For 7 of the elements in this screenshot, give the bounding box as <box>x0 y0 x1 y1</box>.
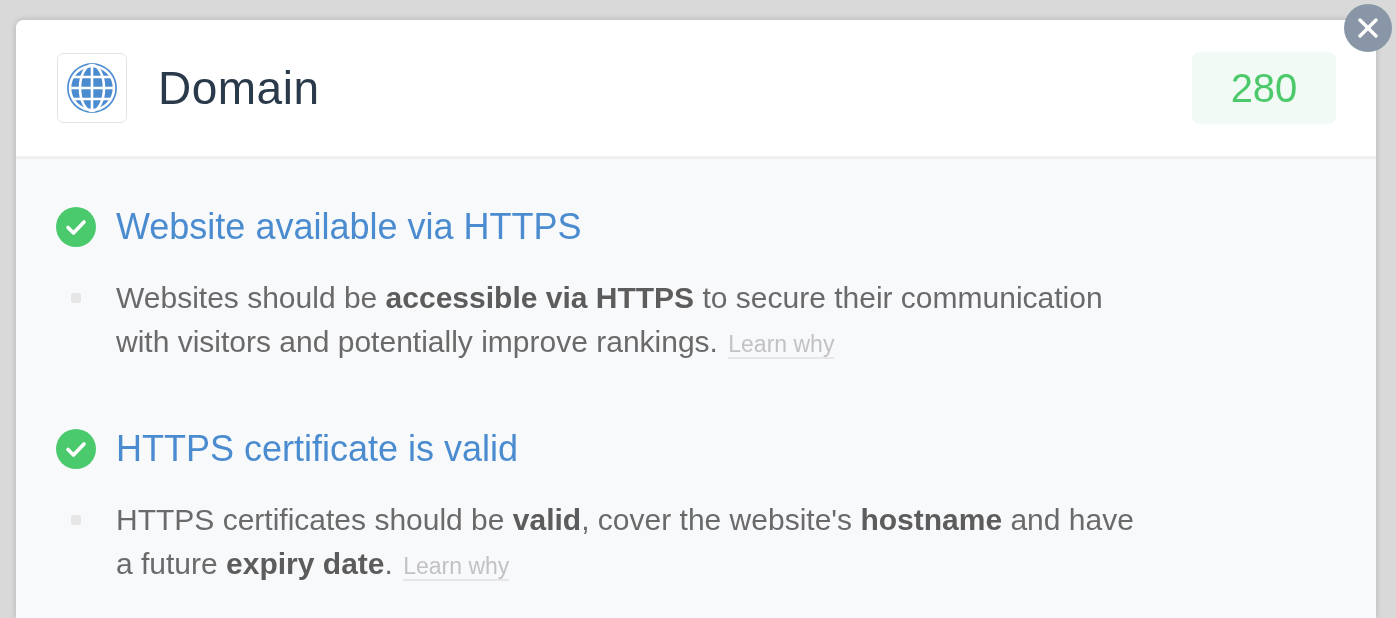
check-title: HTTPS certificate is valid <box>116 428 519 470</box>
close-icon <box>1358 18 1378 38</box>
check-title: Website available via HTTPS <box>116 206 582 248</box>
globe-icon <box>57 53 127 123</box>
score-badge: 280 <box>1192 52 1336 124</box>
dialog-title: Domain <box>158 61 320 115</box>
close-button[interactable] <box>1344 4 1392 52</box>
